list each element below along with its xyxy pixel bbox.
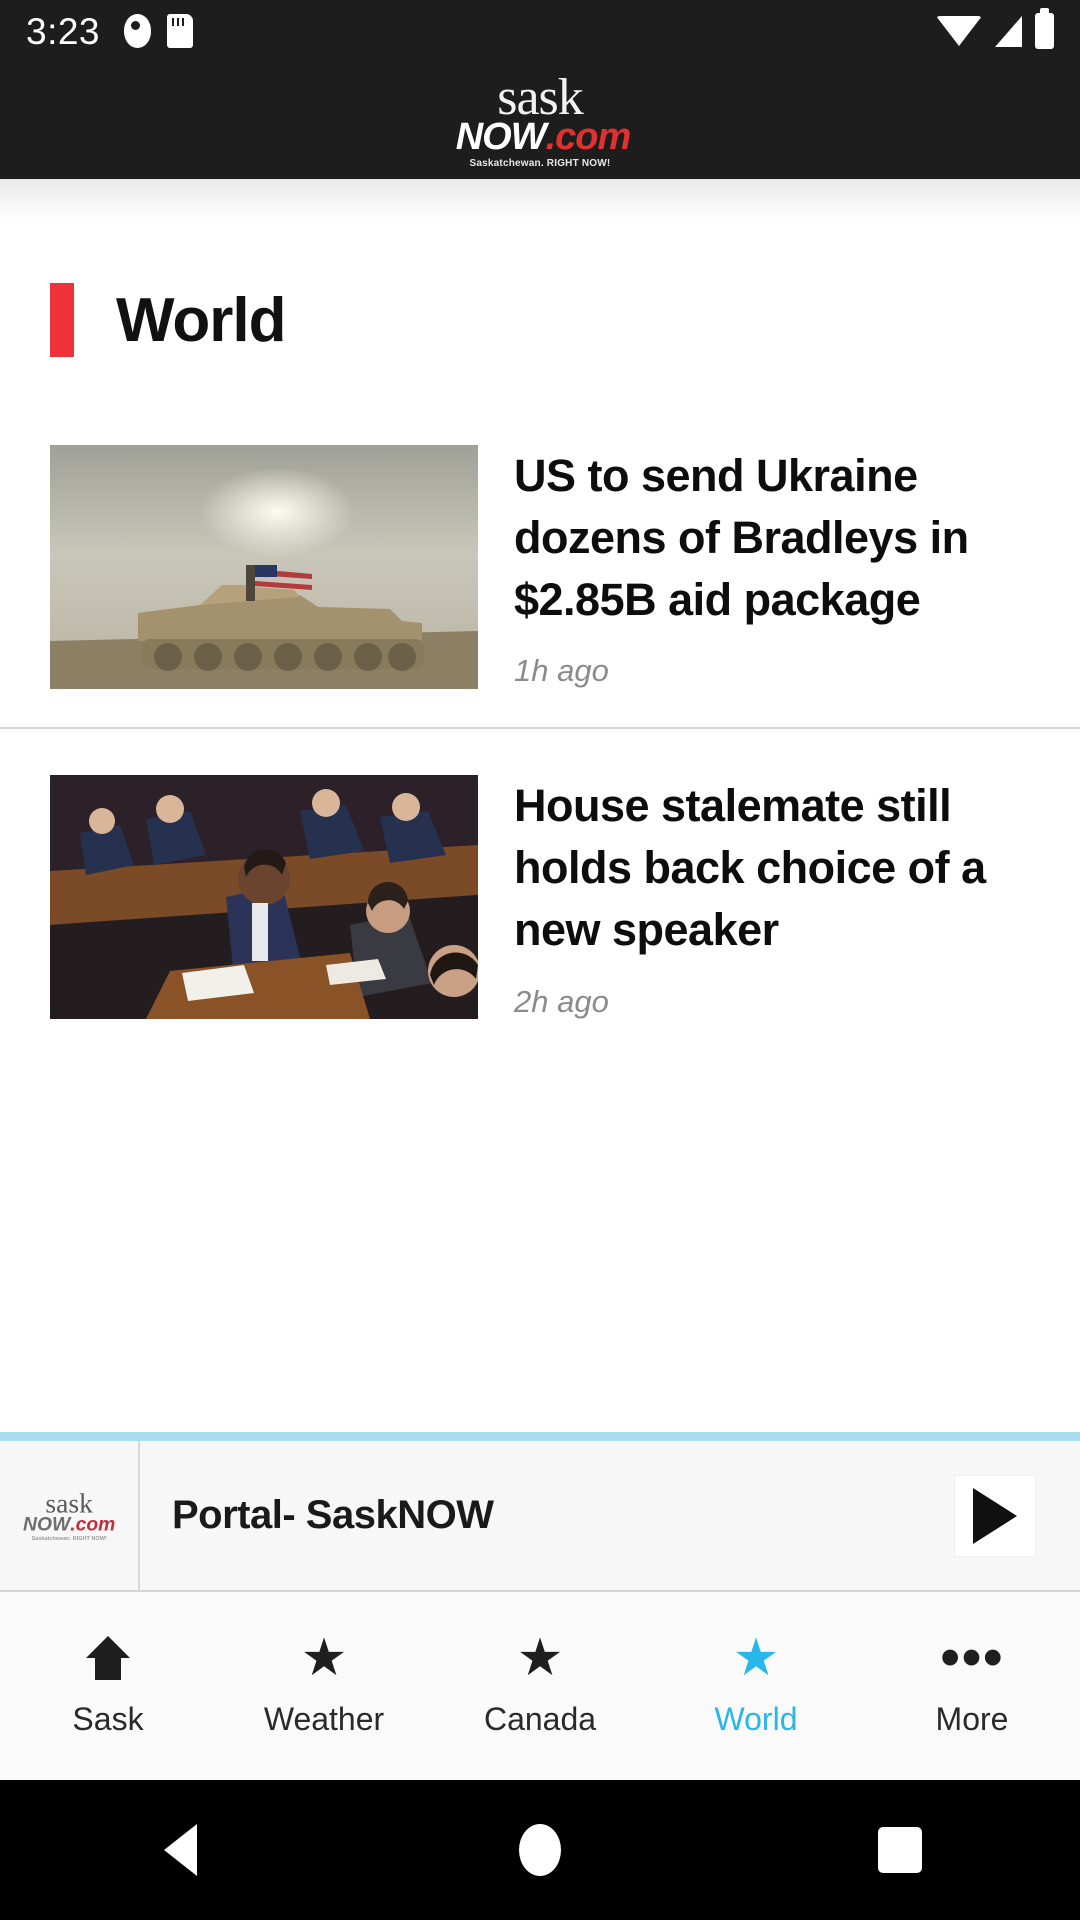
play-icon	[973, 1487, 1017, 1544]
star-icon: ★	[516, 1628, 564, 1687]
status-bar-clock: 3:23	[26, 10, 101, 52]
article-item[interactable]: US to send Ukraine dozens of Bradleys in…	[0, 445, 1080, 689]
app-logo-tagline: Saskatchewan. RIGHT NOW!	[469, 158, 611, 169]
player-logo-now-text: NOW	[22, 1513, 71, 1535]
page-title: World	[116, 285, 286, 355]
app-logo-domain-text: .com	[545, 116, 632, 158]
article-timestamp: 2h ago	[514, 983, 609, 1019]
wifi-icon	[936, 16, 982, 46]
section-accent-bar	[50, 283, 74, 357]
article-headline[interactable]: US to send Ukraine dozens of Bradleys in…	[514, 445, 1034, 631]
android-recents-button[interactable]	[720, 1827, 1080, 1873]
section-header: World	[0, 221, 1080, 357]
app-logo-now-row: NOW .com	[455, 116, 632, 158]
star-icon: ★	[732, 1628, 780, 1687]
military-vehicle-image	[50, 445, 478, 689]
android-home-button[interactable]	[360, 1824, 720, 1876]
battery-icon	[1035, 8, 1054, 49]
audio-player-bar[interactable]: sask NOW .com Saskatchewan. RIGHT NOW! P…	[0, 1432, 1080, 1590]
article-list: US to send Ukraine dozens of Bradleys in…	[0, 445, 1080, 1020]
status-bar-system-icons	[936, 8, 1054, 49]
ellipsis-icon: •••	[940, 1624, 1004, 1690]
article-thumbnail[interactable]	[50, 775, 478, 1020]
player-logo-tagline: Saskatchewan. RIGHT NOW!	[31, 1535, 107, 1542]
player-logo: sask NOW .com Saskatchewan. RIGHT NOW!	[23, 1489, 115, 1542]
nav-label-weather: Weather	[263, 1700, 385, 1737]
article-text: House stalemate still holds back choice …	[478, 775, 1080, 1019]
play-button[interactable]	[954, 1474, 1036, 1557]
back-triangle-icon	[163, 1824, 197, 1876]
nav-label-sask: Sask	[72, 1700, 144, 1737]
congress-chamber-image	[50, 775, 478, 1020]
article-thumbnail[interactable]	[50, 445, 478, 689]
home-icon	[86, 1635, 130, 1681]
list-divider	[0, 727, 1080, 730]
article-headline[interactable]: House stalemate still holds back choice …	[514, 775, 1034, 961]
player-logo-domain-text: .com	[70, 1513, 116, 1535]
content-scroll-area[interactable]: World US to send Ukraine dozens of Bradl…	[0, 179, 1080, 1430]
home-circle-icon	[519, 1824, 561, 1876]
app-header: sask NOW .com Saskatchewan. RIGHT NOW!	[0, 62, 1080, 179]
app-logo[interactable]: sask NOW .com Saskatchewan. RIGHT NOW!	[450, 72, 632, 169]
cellular-signal-icon	[995, 15, 1022, 47]
nav-item-sask[interactable]: Sask	[0, 1635, 216, 1738]
article-timestamp: 1h ago	[514, 653, 609, 689]
nav-label-world: World	[714, 1700, 798, 1737]
nav-item-more[interactable]: ••• More	[864, 1624, 1080, 1738]
player-title-area: Portal- SaskNOW	[140, 1441, 954, 1590]
nav-item-canada[interactable]: ★ Canada	[432, 1628, 648, 1738]
status-bar-notification-icons	[124, 14, 194, 48]
status-bar: 3:23	[0, 0, 1080, 62]
app-logo-now-text: NOW	[455, 116, 547, 158]
nav-label-canada: Canada	[483, 1700, 597, 1737]
android-navigation-bar	[0, 1780, 1080, 1920]
player-logo-now-row: NOW .com	[23, 1515, 115, 1534]
nav-item-weather[interactable]: ★ Weather	[216, 1628, 432, 1738]
article-item[interactable]: House stalemate still holds back choice …	[0, 775, 1080, 1020]
android-back-button[interactable]	[0, 1824, 360, 1876]
content-top-shadow	[0, 179, 1080, 221]
bottom-navigation: Sask ★ Weather ★ Canada ★ World ••• More	[0, 1590, 1080, 1780]
sd-card-icon	[167, 14, 194, 48]
notification-icon	[124, 14, 152, 48]
recents-square-icon	[878, 1827, 922, 1873]
article-text: US to send Ukraine dozens of Bradleys in…	[478, 445, 1080, 689]
nav-item-world[interactable]: ★ World	[648, 1628, 864, 1738]
nav-label-more: More	[935, 1700, 1009, 1737]
player-track-title: Portal- SaskNOW	[172, 1493, 494, 1537]
star-icon: ★	[300, 1628, 348, 1687]
player-thumbnail: sask NOW .com Saskatchewan. RIGHT NOW!	[0, 1441, 140, 1590]
